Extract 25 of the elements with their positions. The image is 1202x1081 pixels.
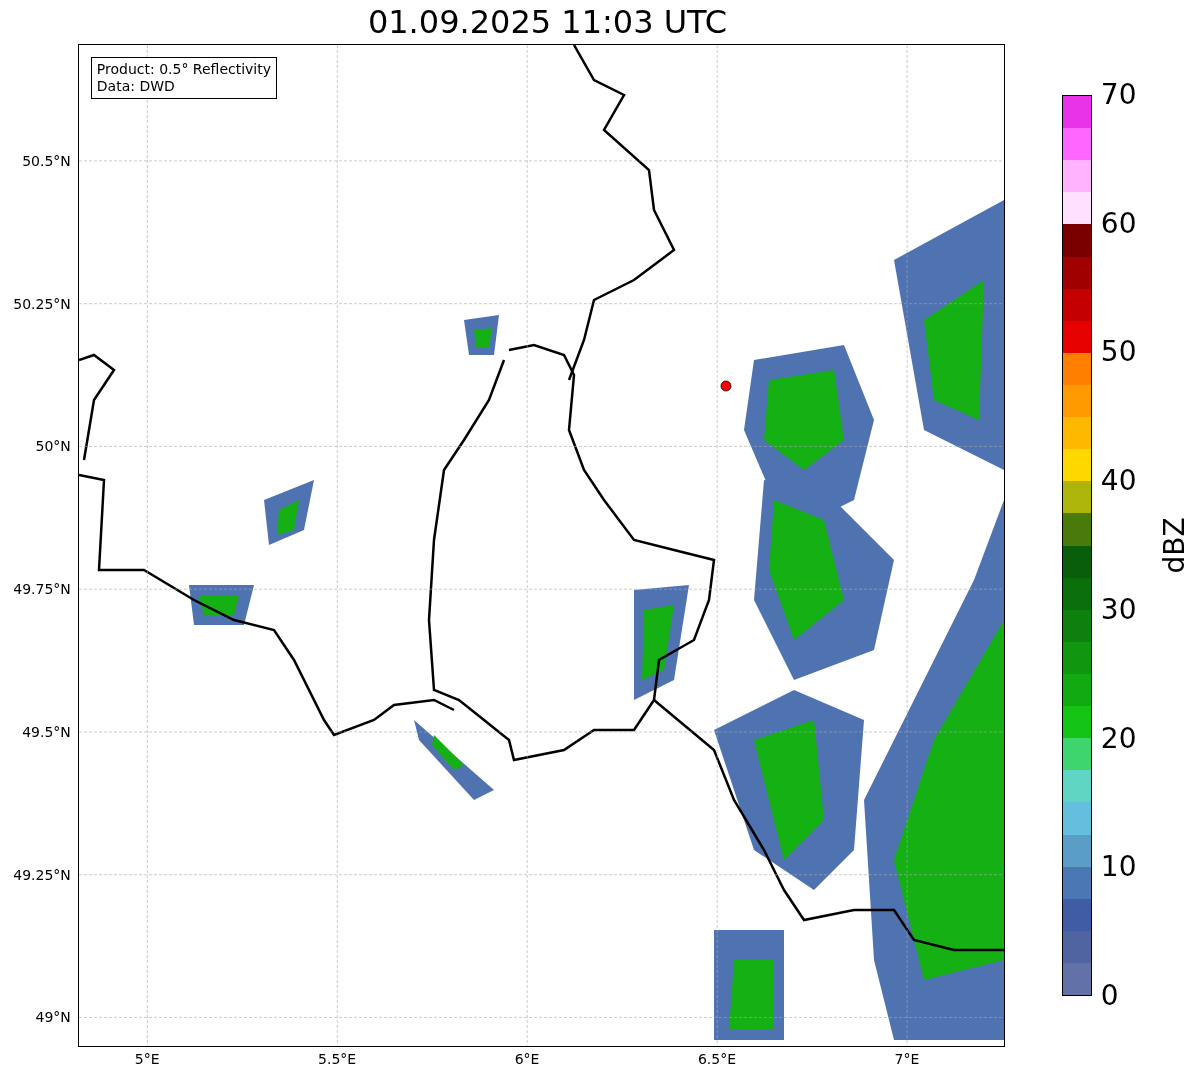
info-text: Data: DWD (96, 78, 176, 95)
scale-label: 70 (1100, 80, 1137, 110)
scale-label: 50 (1100, 337, 1137, 368)
radar-site-marker (720, 380, 732, 392)
latitude-label: 49°N (35, 1009, 71, 1026)
scale-label: 30 (1100, 594, 1137, 625)
latitude-label: 50°N (35, 438, 71, 455)
longitude-label: 5°E (134, 1051, 160, 1067)
latitude-label: 50.25°N (13, 295, 71, 312)
latitude-label: 49.5°N (22, 723, 71, 740)
scale-label: 40 (1100, 466, 1137, 497)
scale-label: 60 (1100, 208, 1137, 239)
latitude-label: 49.25°N (13, 866, 71, 883)
longitude-label: 6°E (514, 1051, 540, 1067)
longitude-label: 5.5°E (318, 1051, 357, 1067)
latitude-label: 50.5°N (22, 152, 71, 169)
scale-label: 20 (1100, 723, 1137, 754)
latitude-label: 49.75°N (13, 581, 71, 598)
scale-label: 10 (1100, 852, 1137, 883)
scale-label: 0 (1100, 981, 1119, 1011)
info-text: Product: 0.5° Reflectivity (96, 61, 272, 78)
longitude-label: 7°E (894, 1051, 920, 1067)
scale-unit-label: dBZ (1157, 517, 1191, 574)
chart-title: 01.09.2025 11:03 UTC (366, 2, 729, 43)
longitude-label: 6.5°E (697, 1051, 737, 1067)
